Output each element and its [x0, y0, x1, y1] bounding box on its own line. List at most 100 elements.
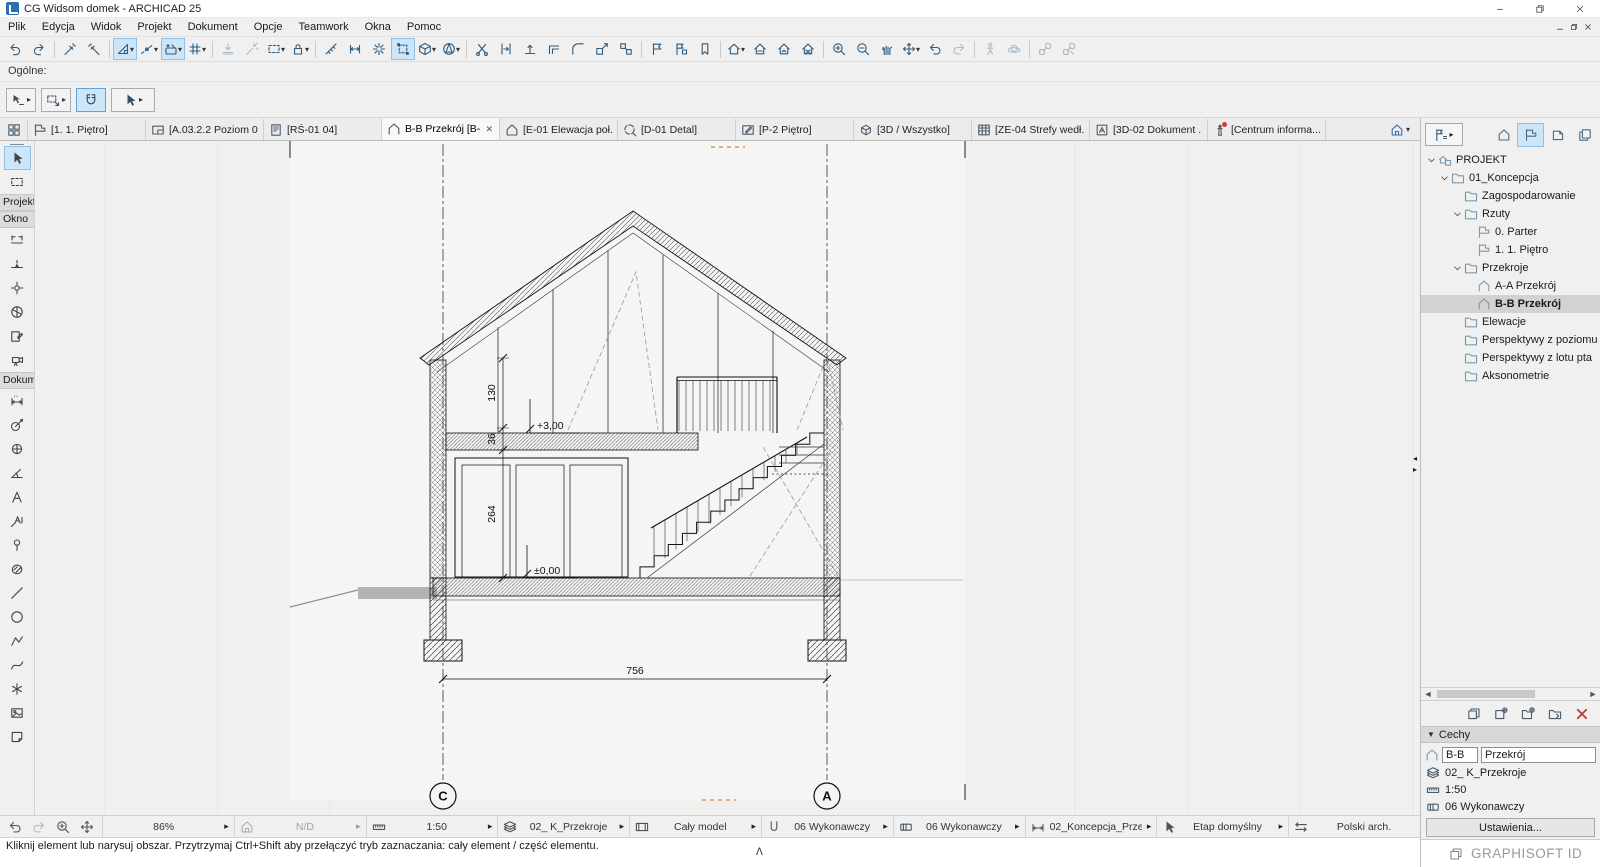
minimize-button[interactable]	[1480, 0, 1520, 18]
suspend-groups-button[interactable]: ▾	[288, 38, 312, 60]
level-dimension-tool-button[interactable]	[4, 437, 31, 461]
scroll-left-icon[interactable]: ◄	[1421, 689, 1435, 699]
pickup-parameters-button[interactable]	[58, 38, 82, 60]
doc-close-icon[interactable]	[1584, 23, 1592, 31]
corner-button[interactable]	[542, 38, 566, 60]
status-section-8[interactable]: Etap domyślny▸	[1156, 816, 1288, 837]
dropdown-arrow-icon[interactable]: ▸	[27, 95, 31, 104]
zoom-out-button[interactable]	[851, 38, 875, 60]
spline-tool-button[interactable]	[4, 653, 31, 677]
navigator-tab-1[interactable]	[1517, 123, 1544, 147]
polyline-tool-button[interactable]	[4, 629, 31, 653]
chevron-down-icon[interactable]	[1425, 155, 1438, 166]
expand-arrow-icon[interactable]: ▸	[224, 821, 229, 832]
magic-wand-button[interactable]	[240, 38, 264, 60]
add-clone-button[interactable]	[1545, 704, 1565, 724]
scroll-thumb[interactable]	[1437, 690, 1535, 698]
clone-view-button[interactable]	[1464, 704, 1484, 724]
flag-button[interactable]	[645, 38, 669, 60]
dropdown-arrow-icon[interactable]: ▾	[432, 45, 436, 54]
tab-1[interactable]: [A.03.2.2 Poziom 0]	[146, 119, 264, 140]
tab-7[interactable]: [3D / Wszystko]	[854, 119, 972, 140]
circle-tool-button[interactable]	[4, 605, 31, 629]
dropdown-arrow-icon[interactable]: ▸	[139, 95, 143, 104]
properties-header[interactable]: ▼ Cechy	[1421, 726, 1600, 743]
optimal-zoom-button[interactable]	[76, 817, 98, 837]
tree-item[interactable]: Rzuty	[1421, 205, 1600, 223]
angle-dimension-tool-button[interactable]	[4, 461, 31, 485]
hotlink-button[interactable]	[1033, 38, 1057, 60]
menu-projekt[interactable]: Projekt	[129, 21, 179, 33]
fill-tool-button[interactable]	[4, 557, 31, 581]
bookmark-button[interactable]	[693, 38, 717, 60]
zoom-in-button[interactable]	[52, 817, 74, 837]
expand-arrow-icon[interactable]: ▸	[883, 821, 888, 832]
toolbox-header[interactable]: Dokume	[0, 372, 35, 389]
menu-opcje[interactable]: Opcje	[246, 21, 291, 33]
dropdown-arrow-icon[interactable]: ▾	[741, 45, 745, 54]
tree-item[interactable]: Perspektywy z lotu pta	[1421, 349, 1600, 367]
text-tool-button[interactable]	[4, 485, 31, 509]
viewpoint-id-field[interactable]: B-B	[1442, 747, 1478, 763]
navigator-tab-0[interactable]	[1490, 123, 1517, 147]
tab-8[interactable]: [ZE-04 Strefy wedł...	[972, 119, 1090, 140]
drawing-canvas[interactable]: 130 36 264 +3,00 ±	[35, 141, 1420, 815]
orbit-button[interactable]	[1002, 38, 1026, 60]
tab-6[interactable]: [P-2 Piętro]	[736, 119, 854, 140]
section-tool-button[interactable]	[4, 228, 31, 252]
status-section-2[interactable]: 1:50▸	[366, 816, 498, 837]
expand-arrow-icon[interactable]: ▸	[1015, 821, 1020, 832]
add-view-button[interactable]	[1491, 704, 1511, 724]
expand-arrow-icon[interactable]: ▸	[620, 821, 625, 832]
chevron-down-icon[interactable]	[1438, 173, 1451, 184]
layer-combination-row[interactable]: 02_ K_Przekroje	[1421, 764, 1600, 781]
expand-arrow-icon[interactable]: ▸	[1279, 821, 1284, 832]
menu-pomoc[interactable]: Pomoc	[399, 21, 449, 33]
hotlink-update-button[interactable]	[1057, 38, 1081, 60]
expand-arrow-icon[interactable]: ▸	[751, 821, 756, 832]
marquee-tool-button[interactable]	[4, 170, 31, 194]
hotspot-tool-button[interactable]	[4, 533, 31, 557]
dropdown-arrow-icon[interactable]: ▾	[130, 45, 134, 54]
doc-minimize-icon[interactable]	[1556, 23, 1564, 31]
status-section-4[interactable]: Cały model▸	[629, 816, 761, 837]
tab-0[interactable]: [1. 1. Piętro]	[28, 119, 146, 140]
tree-item[interactable]: PROJEKT	[1421, 151, 1600, 169]
arrow-cursor-button[interactable]: ▸	[111, 88, 155, 112]
settings-button[interactable]: Ustawienia...	[1426, 818, 1595, 837]
panel-collapse-handle[interactable]: ◂▸	[1410, 446, 1420, 482]
view-back-button[interactable]	[4, 817, 26, 837]
graphisoft-id-footer[interactable]: GRAPHISOFT ID	[1421, 839, 1600, 867]
dropdown-arrow-icon[interactable]: ▾	[305, 45, 309, 54]
menu-teamwork[interactable]: Teamwork	[290, 21, 356, 33]
navigator-tab-2[interactable]	[1544, 123, 1571, 147]
dimension-tool-button[interactable]	[4, 389, 31, 413]
tab-overview-button[interactable]: ▾	[1380, 119, 1420, 140]
restore-button[interactable]	[1520, 0, 1560, 18]
tree-item[interactable]: 0. Parter	[1421, 223, 1600, 241]
menu-widok[interactable]: Widok	[83, 21, 130, 33]
renovation-button[interactable]: ▾	[724, 38, 748, 60]
renovation-update-button[interactable]	[772, 38, 796, 60]
delete-button[interactable]	[1572, 704, 1592, 724]
dropdown-arrow-icon[interactable]: ▸	[62, 95, 66, 104]
zoom-in-button[interactable]	[827, 38, 851, 60]
expand-arrow-icon[interactable]: ▸	[488, 821, 493, 832]
solid-operations-button[interactable]: ▾	[415, 38, 439, 60]
interior-elevation-tool-button[interactable]	[4, 276, 31, 300]
navigator-selector-button[interactable]: ▸	[1425, 123, 1463, 146]
expand-arrow-icon[interactable]: ▸	[356, 821, 361, 832]
profile-manager-button[interactable]: ▾	[439, 38, 463, 60]
menu-dokument[interactable]: Dokument	[180, 21, 246, 33]
marquee-options-button[interactable]: ▾	[264, 38, 288, 60]
scroll-track[interactable]	[1435, 689, 1586, 699]
radial-dimension-tool-button[interactable]	[4, 413, 31, 437]
scroll-right-icon[interactable]: ►	[1586, 689, 1600, 699]
tree-item[interactable]: Perspektywy z poziomu	[1421, 331, 1600, 349]
menu-plik[interactable]: Plik	[0, 21, 34, 33]
split-button[interactable]	[470, 38, 494, 60]
navigator-tab-3[interactable]	[1571, 123, 1598, 147]
view-forward-button[interactable]	[947, 38, 971, 60]
status-section-7[interactable]: 02_Koncepcja_Przekr...▸	[1025, 816, 1157, 837]
inject-parameters-button[interactable]	[82, 38, 106, 60]
